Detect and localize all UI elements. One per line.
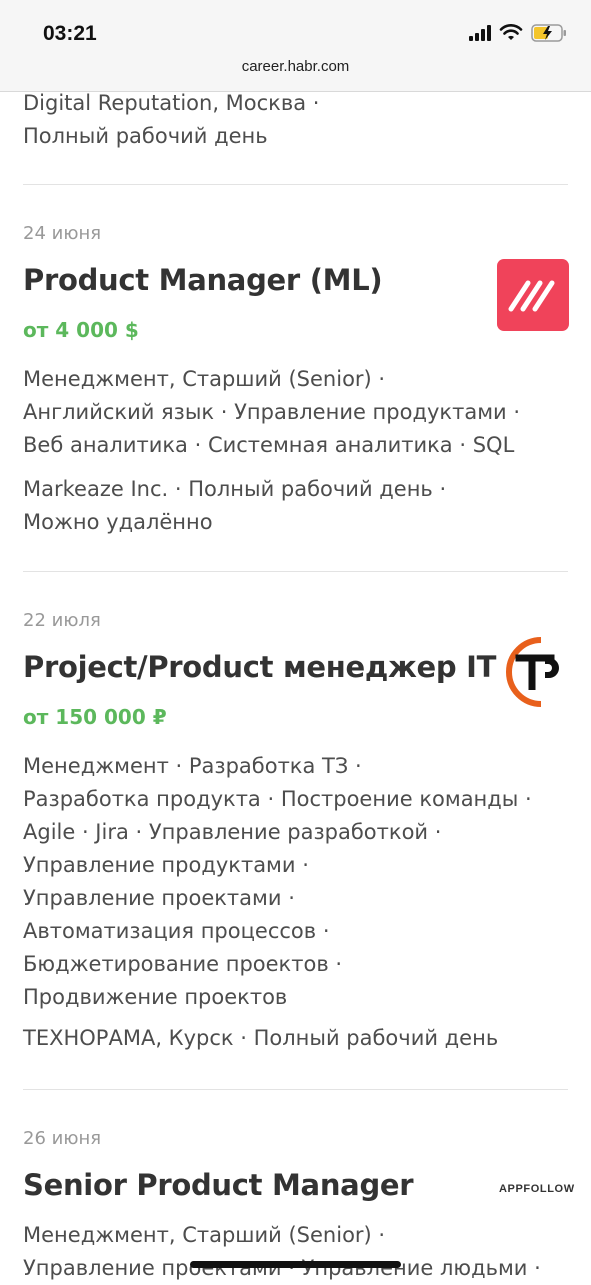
wifi-icon: [499, 24, 523, 40]
vacancy-company: Markeaze Inc. · Полный рабочий день · Мо…: [23, 477, 447, 534]
vacancy-title[interactable]: Senior Product Manager: [23, 1168, 414, 1202]
vacancy-salary: от 150 000 ₽: [23, 705, 167, 729]
status-time: 03:21: [43, 22, 97, 45]
company-logo-technorama[interactable]: [501, 634, 577, 710]
previous-vacancy-company: Digital Reputation, Москва · Полный рабо…: [23, 91, 320, 148]
vacancy-company: ТЕХНОРАМА, Курск · Полный рабочий день: [23, 1026, 499, 1050]
vacancy-skills: Менеджмент, Старший (Senior) · Английски…: [23, 367, 521, 457]
home-indicator[interactable]: [190, 1261, 401, 1268]
browser-top-bar: 03:21 career.habr.com: [0, 0, 591, 92]
vacancy-date: 24 июня: [23, 223, 102, 244]
company-logo-markeaze[interactable]: [497, 259, 569, 331]
status-icons: [469, 24, 567, 42]
vacancy-skills: Менеджмент · Разработка ТЗ · Разработка …: [23, 754, 532, 1009]
company-logo-appfollow[interactable]: APPFOLLOW: [499, 1183, 575, 1195]
vacancy-skills: Менеджмент, Старший (Senior) · Управлени…: [23, 1223, 541, 1280]
vacancy-card[interactable]: 24 июня Product Manager (ML) от 4 000 $ …: [23, 185, 569, 571]
battery-charging-icon: [531, 24, 566, 42]
vacancy-salary: от 4 000 $: [23, 318, 139, 342]
vacancy-card[interactable]: 26 июня Senior Product Manager Менеджмен…: [23, 1090, 574, 1280]
vacancy-date: 26 июня: [23, 1128, 102, 1149]
cellular-signal-icon: [469, 25, 491, 41]
vacancy-card[interactable]: 22 июля Project/Product менеджер IT от 1…: [23, 572, 568, 1090]
vacancy-title[interactable]: Product Manager (ML): [23, 263, 383, 297]
address-bar-url[interactable]: career.habr.com: [0, 58, 591, 75]
vacancy-title[interactable]: Project/Product менеджер IT: [23, 650, 496, 684]
vacancy-date: 22 июля: [23, 610, 101, 631]
